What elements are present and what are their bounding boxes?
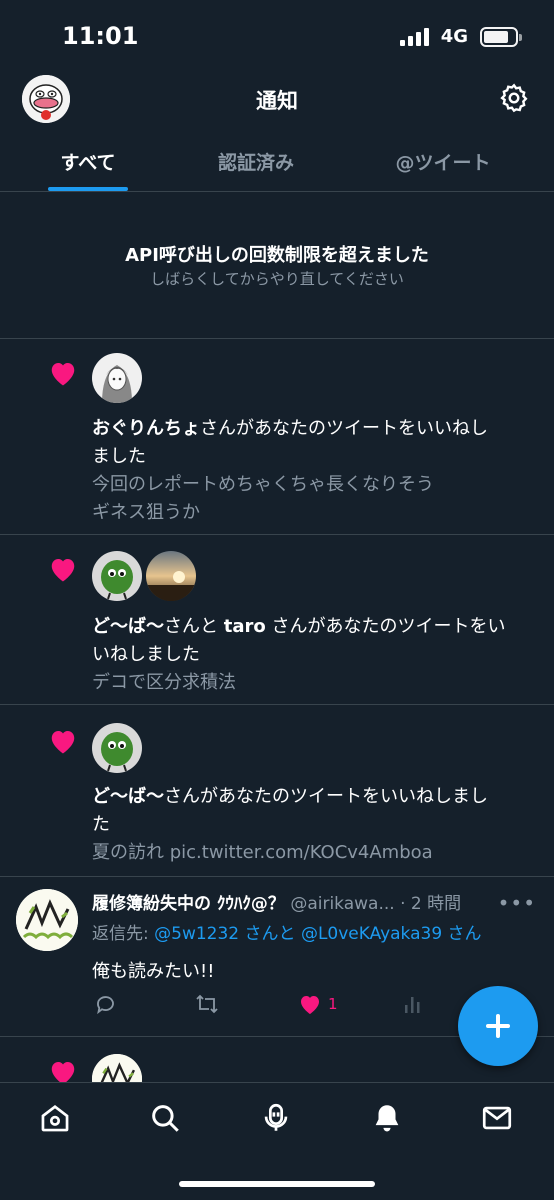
tweet-body: 俺も読みたい!! xyxy=(92,961,215,982)
heart-icon xyxy=(51,731,75,754)
like-button[interactable]: 1 xyxy=(298,991,338,1017)
header: 通知 xyxy=(0,72,554,128)
status-bar: 11:01 4G xyxy=(0,0,554,72)
page-title: 通知 xyxy=(256,89,298,113)
user-name[interactable]: taro xyxy=(224,616,266,637)
compose-button[interactable] xyxy=(458,986,538,1066)
search-icon[interactable] xyxy=(148,1101,182,1135)
retweet-icon[interactable] xyxy=(194,991,220,1017)
analytics-icon[interactable] xyxy=(402,991,424,1017)
notification-text: ど〜ば〜さんと taro さんがあなたのツイートをい いねしました xyxy=(92,616,506,665)
tweet-header: 履修簿紛失中の ｸｳﾊｸ@？ @airikawa... · 2 時間 xyxy=(92,889,522,914)
tab-all[interactable]: すべて xyxy=(48,148,128,175)
tweet-preview: デコで区分求積法 xyxy=(92,672,236,693)
notification-item[interactable]: おぐりんちょさんがあなたのツイートをいいねし ました 今回のレポートめちゃくちゃ… xyxy=(0,339,554,535)
settings-gear-icon[interactable] xyxy=(498,82,530,114)
notification-text: ど〜ば〜さんがあなたのツイートをいいねしまし た xyxy=(92,786,488,835)
heart-icon xyxy=(51,559,75,582)
home-icon[interactable] xyxy=(38,1101,72,1135)
spaces-icon[interactable] xyxy=(259,1101,293,1135)
home-indicator xyxy=(179,1181,375,1187)
tweet-author-name[interactable]: 履修簿紛失中の ｸｳﾊｸ@？ xyxy=(92,894,285,914)
mention-link[interactable]: @5w1232 xyxy=(154,924,239,944)
user-name[interactable]: ど〜ば〜 xyxy=(92,786,164,807)
avatar[interactable] xyxy=(146,551,196,601)
user-name[interactable]: ど〜ば〜 xyxy=(92,616,164,637)
active-tab-indicator xyxy=(48,187,128,191)
bottom-navigation xyxy=(0,1082,554,1200)
notification-text: おぐりんちょさんがあなたのツイートをいいねし ました xyxy=(92,418,488,467)
tweet-time: · 2 時間 xyxy=(400,894,462,914)
rate-limit-error: API呼び出しの回数制限を超えました しばらくしてからやり直してください xyxy=(0,193,554,339)
tweet-author-handle[interactable]: @airikawa... xyxy=(290,894,394,914)
heart-icon xyxy=(51,363,75,386)
battery-icon xyxy=(480,26,522,47)
cellular-signal-icon xyxy=(399,27,429,46)
notification-tabs: すべて 認証済み @ツイート xyxy=(0,136,554,192)
tweet-actions: 1 xyxy=(92,991,432,1017)
like-count: 1 xyxy=(328,995,338,1013)
notification-item[interactable]: ど〜ば〜さんと taro さんがあなたのツイートをい いねしました デコで区分求… xyxy=(0,535,554,705)
user-name[interactable]: おぐりんちょ xyxy=(92,418,200,439)
avatar[interactable] xyxy=(92,1054,142,1082)
avatar[interactable] xyxy=(92,551,142,601)
mention-link[interactable]: @L0veKAyaka39 xyxy=(301,924,442,944)
network-type: 4G xyxy=(440,26,468,47)
tweet-preview: 今回のレポートめちゃくちゃ長くなりそう ギネス狙うか xyxy=(92,474,434,523)
reply-icon[interactable] xyxy=(94,991,118,1017)
more-icon[interactable]: ••• xyxy=(498,891,536,915)
status-indicators: 4G xyxy=(399,26,522,47)
notification-item[interactable]: ど〜ば〜さんがあなたのツイートをいいねしまし た 夏の訪れ pic.twitte… xyxy=(0,705,554,877)
error-subtitle: しばらくしてからやり直してください xyxy=(150,270,404,288)
status-time: 11:01 xyxy=(62,22,139,50)
reply-context: 返信先: @5w1232 さんと @L0veKAyaka39 さん xyxy=(92,924,482,944)
tab-verified[interactable]: 認証済み xyxy=(196,148,316,175)
tab-mentions[interactable]: @ツイート xyxy=(380,148,506,175)
error-title: API呼び出しの回数制限を超えました xyxy=(125,245,429,266)
messages-icon[interactable] xyxy=(480,1101,514,1135)
avatar[interactable] xyxy=(92,353,142,403)
avatar[interactable] xyxy=(92,723,142,773)
heart-icon xyxy=(51,1062,75,1082)
avatar[interactable] xyxy=(16,889,78,951)
heart-icon xyxy=(301,996,319,1014)
notifications-bell-icon[interactable] xyxy=(370,1101,404,1135)
tweet-preview: 夏の訪れ pic.twitter.com/KOCv4Amboa xyxy=(92,842,433,863)
